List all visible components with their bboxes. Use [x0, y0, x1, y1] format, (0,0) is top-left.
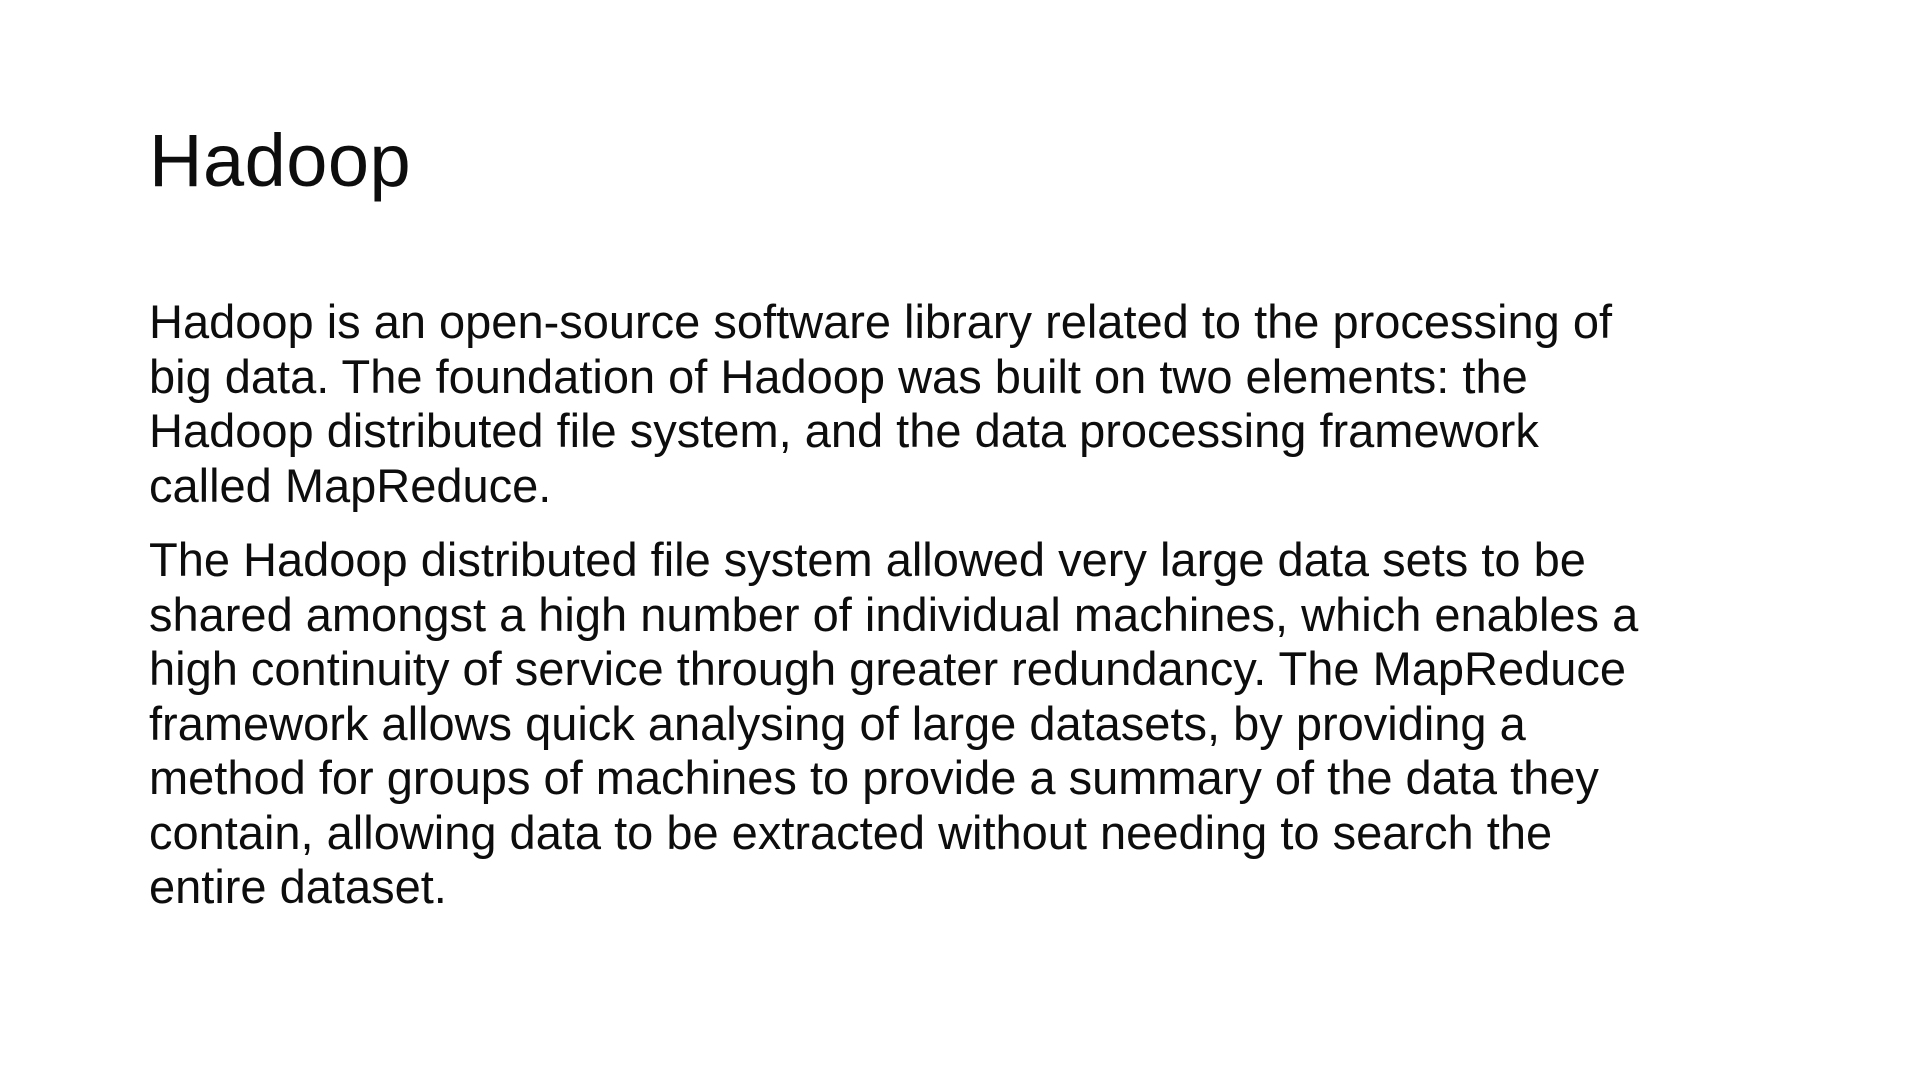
text-line: Hadoop distributed file system, and the … [149, 404, 1539, 457]
text-line: Hadoop is an open-source software librar… [149, 295, 1613, 348]
text-line: contain, allowing data to be extracted w… [149, 805, 1553, 859]
paragraph-2: The Hadoop distributed file system allow… [149, 533, 1829, 915]
text-line: entire dataset. [149, 860, 447, 913]
slide-body: Hadoop is an open-source software librar… [149, 295, 1829, 935]
text-line: The Hadoop distributed file system allow… [149, 533, 1586, 586]
slide-title: Hadoop [149, 119, 412, 202]
text-line: shared amongst a high number of individu… [149, 587, 1639, 641]
paragraph-1: Hadoop is an open-source software librar… [149, 295, 1829, 513]
text-line: method for groups of machines to provide… [149, 751, 1599, 804]
text-line: big data. The foundation of Hadoop was b… [149, 349, 1528, 403]
text-line: framework allows quick analysing of larg… [149, 696, 1526, 750]
text-line: high continuity of service through great… [149, 642, 1627, 695]
text-line: called MapReduce. [149, 458, 552, 512]
